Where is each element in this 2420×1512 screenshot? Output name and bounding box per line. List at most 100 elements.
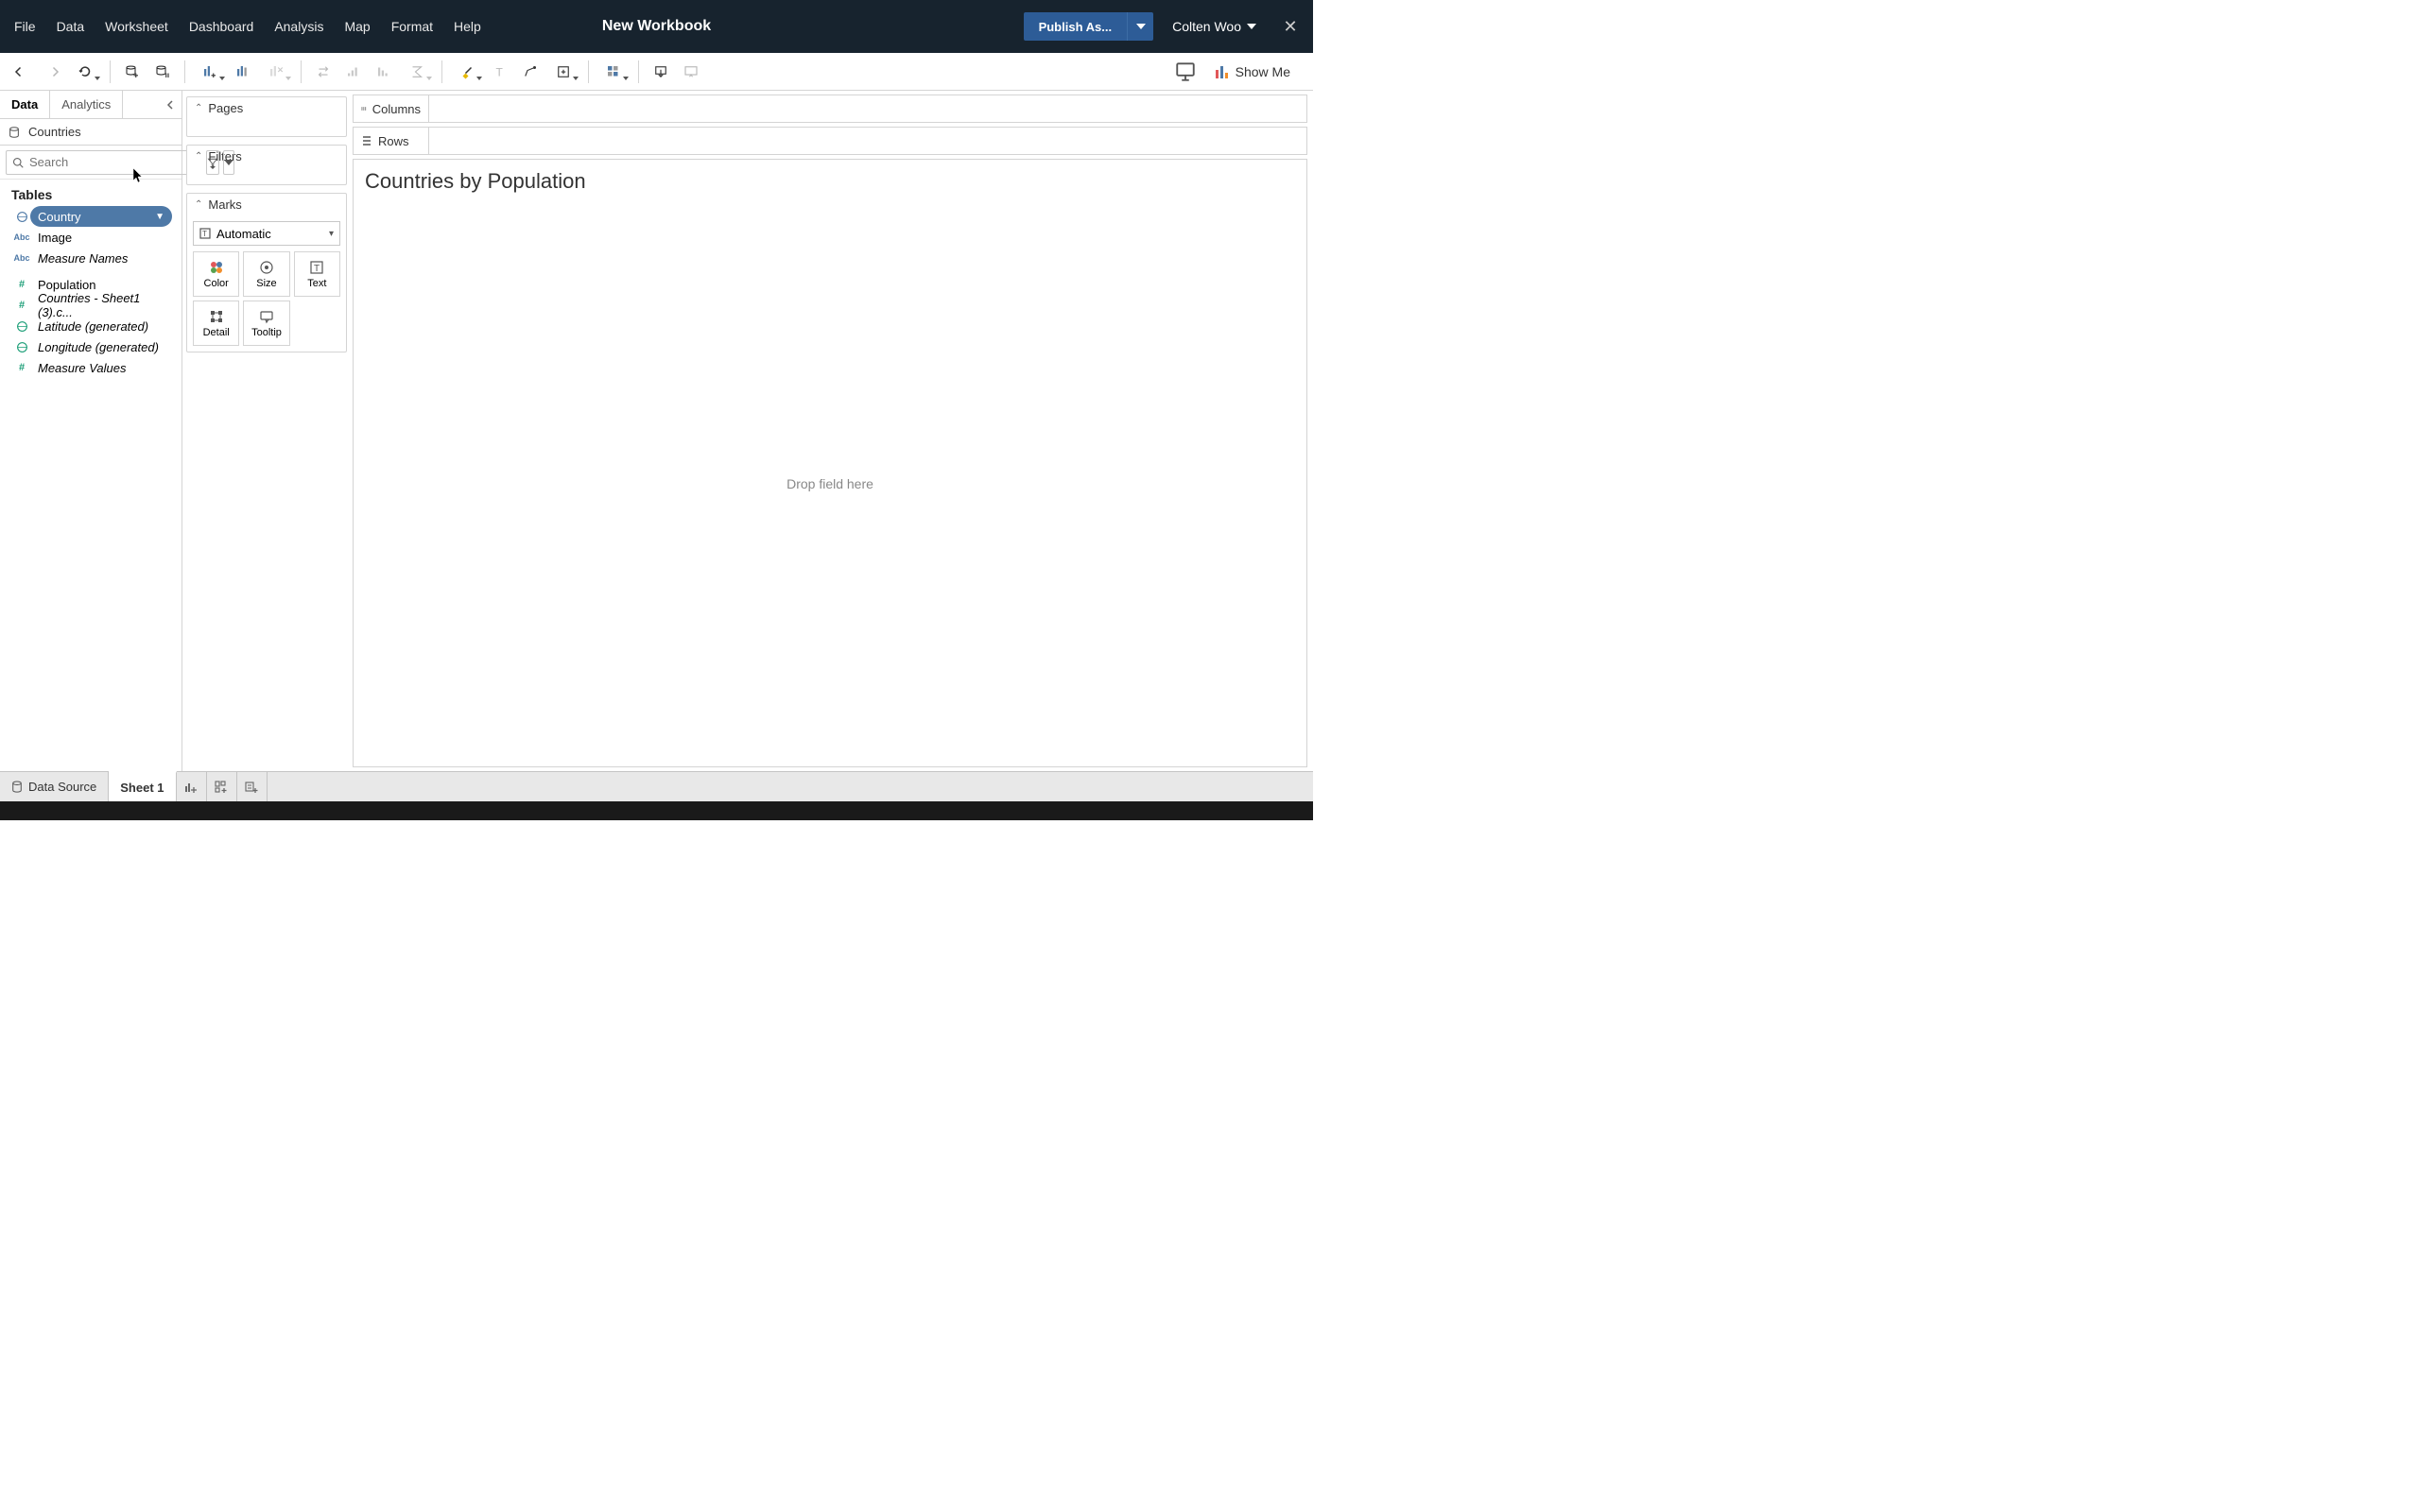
label-button[interactable]: T (486, 58, 514, 86)
filter-fields-button[interactable] (206, 150, 219, 175)
mark-type-select[interactable]: T Automatic ▾ (193, 221, 340, 246)
showhide-cards-button[interactable] (596, 58, 631, 86)
menu-analysis[interactable]: Analysis (264, 19, 334, 34)
pause-autoupdate-button[interactable] (148, 58, 177, 86)
fields-menu-button[interactable] (223, 150, 234, 175)
new-worksheet-button[interactable] (193, 58, 227, 86)
menu-help[interactable]: Help (443, 19, 492, 34)
rows-label: Rows (378, 134, 409, 148)
revert-icon (77, 63, 94, 80)
presentation-button[interactable] (677, 58, 705, 86)
size-button[interactable]: Size (243, 251, 289, 297)
swap-button[interactable] (309, 58, 337, 86)
totals-button[interactable] (400, 58, 434, 86)
menu-map[interactable]: Map (334, 19, 380, 34)
field-pill-longitude[interactable]: Longitude (generated) (30, 336, 172, 357)
publish-dropdown[interactable] (1127, 12, 1153, 41)
number-icon: # (13, 279, 30, 290)
field-measure-values[interactable]: # Measure Values (4, 357, 178, 378)
datasource-name: Countries (28, 125, 81, 139)
annotate-icon (522, 63, 539, 80)
text-button[interactable]: TText (294, 251, 340, 297)
number-icon: # (13, 300, 30, 311)
worksheet-view[interactable]: Countries by Population Drop field here (353, 159, 1307, 767)
canvas-column: Columns Rows Countries by Population Dro… (351, 91, 1313, 771)
below-strip (0, 801, 1313, 820)
tooltip-label: Tooltip (251, 327, 282, 338)
sheet-tabs-bar: Data Source Sheet 1 (0, 771, 1313, 801)
field-pill-count[interactable]: Countries - Sheet1 (3).c... (30, 295, 172, 316)
collapse-sidebar-button[interactable] (159, 91, 182, 118)
field-country[interactable]: Country ▼ (4, 206, 178, 227)
field-longitude[interactable]: Longitude (generated) (4, 336, 178, 357)
view-drop-zone[interactable]: Drop field here (354, 201, 1306, 766)
menu-file[interactable]: File (4, 19, 46, 34)
field-count[interactable]: # Countries - Sheet1 (3).c... (4, 295, 178, 316)
field-pill-measure-values[interactable]: Measure Values (30, 357, 172, 378)
sheet-title[interactable]: Countries by Population (354, 160, 1306, 201)
field-pill-measure-names[interactable]: Measure Names (30, 248, 172, 268)
field-pill-latitude[interactable]: Latitude (generated) (30, 316, 172, 336)
undo-button[interactable] (8, 58, 36, 86)
field-latitude[interactable]: Latitude (generated) (4, 316, 178, 336)
field-measure-names[interactable]: Abc Measure Names (4, 248, 178, 268)
sheet-tab[interactable]: Sheet 1 (109, 771, 176, 801)
color-label: Color (204, 278, 229, 289)
field-list: Country ▼ Abc Image Abc Measure Names # … (0, 206, 182, 378)
publish-button[interactable]: Publish As... (1024, 12, 1128, 41)
color-button[interactable]: Color (193, 251, 239, 297)
data-tab[interactable]: Data (0, 91, 50, 118)
field-pill-country[interactable]: Country ▼ (30, 206, 172, 227)
text-icon: T (309, 260, 324, 275)
redo-button[interactable] (38, 58, 66, 86)
annotate-button[interactable] (516, 58, 544, 86)
sort-asc-button[interactable] (339, 58, 368, 86)
mark-type-label: Automatic (216, 227, 271, 241)
columns-shelf[interactable]: Columns (353, 94, 1307, 123)
sort-desc-button[interactable] (370, 58, 398, 86)
show-me-button[interactable]: Show Me (1209, 64, 1296, 79)
chevron-down-icon (1136, 24, 1146, 29)
new-story-tab-button[interactable] (237, 772, 268, 801)
fit-button[interactable] (546, 58, 580, 86)
guide-icon (1171, 58, 1200, 86)
analytics-tab[interactable]: Analytics (50, 91, 123, 118)
rows-drop-zone[interactable] (429, 128, 1306, 154)
pages-card[interactable]: ⌃Pages (186, 96, 347, 137)
new-worksheet-tab-button[interactable] (177, 772, 207, 801)
new-dashboard-tab-button[interactable] (207, 772, 237, 801)
color-icon (209, 260, 224, 275)
duplicate-sheet-button[interactable] (229, 58, 257, 86)
search-icon (12, 157, 24, 168)
cards-column: ⌃Pages ⌃Filters ⌃Marks T Automatic ▾ Col… (182, 91, 351, 771)
download-icon (652, 63, 669, 80)
tooltip-button[interactable]: Tooltip (243, 301, 289, 346)
highlight-button[interactable] (450, 58, 484, 86)
show-me-icon (1215, 64, 1230, 79)
datasource-tab[interactable]: Data Source (0, 772, 109, 801)
menu-data[interactable]: Data (46, 19, 95, 34)
download-button[interactable] (647, 58, 675, 86)
new-datasource-button[interactable] (118, 58, 147, 86)
revert-button[interactable] (68, 58, 102, 86)
data-guide-button[interactable] (1171, 58, 1200, 86)
search-input[interactable] (29, 155, 196, 169)
detail-button[interactable]: Detail (193, 301, 239, 346)
menu-dashboard[interactable]: Dashboard (179, 19, 265, 34)
rows-shelf[interactable]: Rows (353, 127, 1307, 155)
clear-sheet-button[interactable] (259, 58, 293, 86)
columns-icon (361, 103, 367, 114)
database-pause-icon (154, 63, 171, 80)
size-icon (259, 260, 274, 275)
field-pill-image[interactable]: Image (30, 227, 172, 248)
menu-format[interactable]: Format (381, 19, 443, 34)
datasource-item[interactable]: Countries (0, 119, 182, 146)
menu-worksheet[interactable]: Worksheet (95, 19, 179, 34)
chevron-down-icon (224, 160, 233, 165)
close-button[interactable]: ✕ (1275, 11, 1305, 42)
titlebar: File Data Worksheet Dashboard Analysis M… (0, 0, 1313, 53)
detail-icon (209, 309, 224, 324)
field-image[interactable]: Abc Image (4, 227, 178, 248)
user-menu[interactable]: Colten Woo (1163, 19, 1266, 34)
columns-drop-zone[interactable] (429, 95, 1306, 122)
